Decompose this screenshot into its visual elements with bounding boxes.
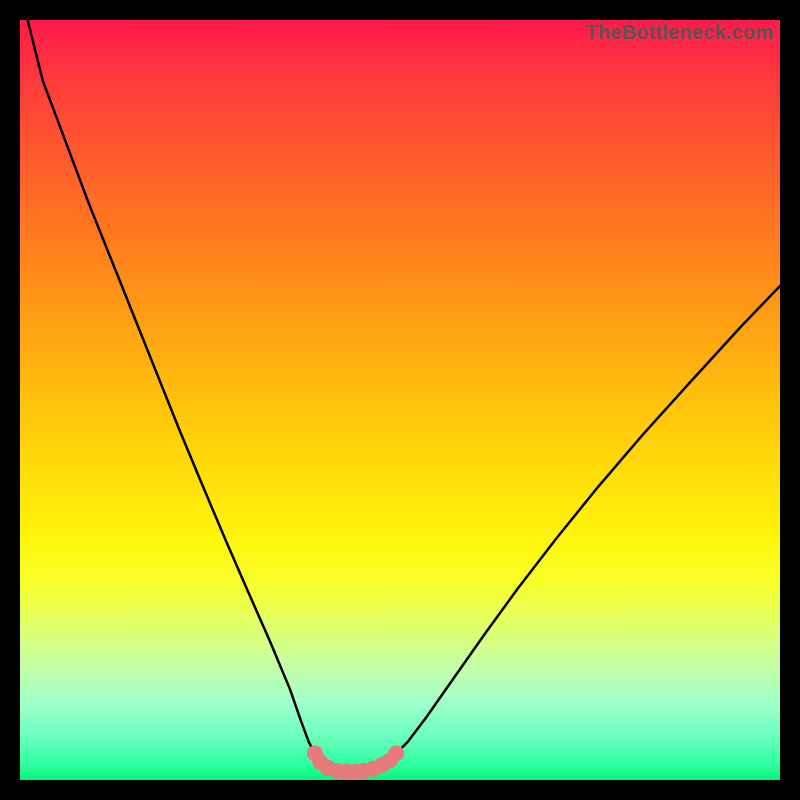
- bottleneck-curve: [28, 20, 780, 772]
- optimal-zone-marker: [307, 745, 404, 779]
- attribution-watermark: TheBottleneck.com: [586, 22, 774, 45]
- chart-frame: TheBottleneck.com: [20, 20, 780, 780]
- chart-overlay: [20, 20, 780, 780]
